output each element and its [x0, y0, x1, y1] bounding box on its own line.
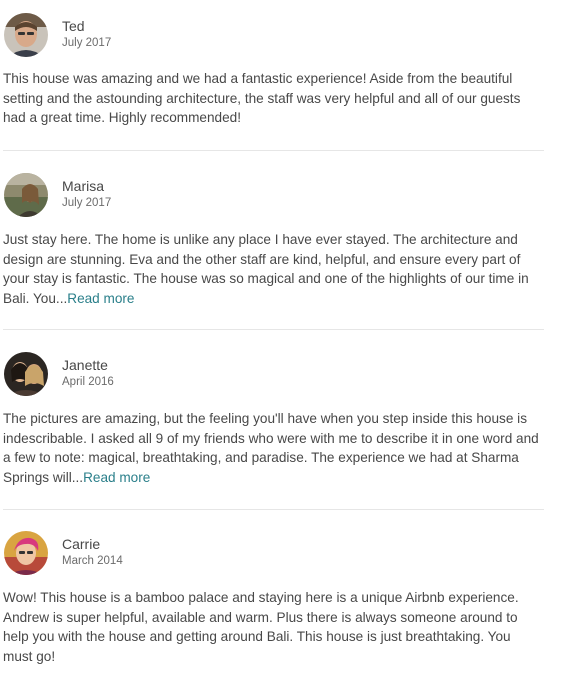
review-header: Marisa July 2017	[0, 173, 546, 221]
reviewer-name: Ted	[62, 18, 85, 34]
divider	[3, 329, 544, 330]
user-photo-icon	[4, 352, 48, 396]
divider	[3, 509, 544, 510]
review-header: Carrie March 2014	[0, 531, 546, 579]
review-body: This house was amazing and we had a fant…	[3, 71, 521, 126]
avatar[interactable]	[4, 352, 48, 396]
avatar[interactable]	[4, 13, 48, 57]
user-photo-icon	[4, 531, 48, 575]
review-text: The pictures are amazing, but the feelin…	[3, 409, 543, 487]
review-item: Marisa July 2017 Just stay here. The hom…	[0, 173, 546, 333]
reviewer-name: Janette	[62, 357, 108, 373]
review-date: July 2017	[62, 37, 112, 49]
review-date: March 2014	[62, 555, 123, 567]
review-item: Janette April 2016 The pictures are amaz…	[0, 352, 546, 512]
review-text: Just stay here. The home is unlike any p…	[3, 230, 543, 308]
review-item: Ted July 2017 This house was amazing and…	[0, 13, 546, 153]
review-body: Wow! This house is a bamboo palace and s…	[3, 590, 519, 664]
review-date: April 2016	[62, 376, 114, 388]
review-item: Carrie March 2014 Wow! This house is a b…	[0, 531, 546, 681]
read-more-link[interactable]: Read more	[83, 470, 150, 485]
avatar[interactable]	[4, 173, 48, 217]
review-date: July 2017	[62, 197, 112, 209]
divider	[3, 150, 544, 151]
reviewer-name: Marisa	[62, 178, 105, 194]
review-header: Ted July 2017	[0, 13, 546, 61]
user-photo-icon	[4, 173, 48, 217]
read-more-link[interactable]: Read more	[67, 291, 134, 306]
user-photo-icon	[4, 13, 48, 57]
reviewer-name: Carrie	[62, 536, 101, 552]
review-text: This house was amazing and we had a fant…	[3, 69, 543, 128]
review-text: Wow! This house is a bamboo palace and s…	[3, 588, 543, 666]
avatar[interactable]	[4, 531, 48, 575]
review-header: Janette April 2016	[0, 352, 546, 400]
